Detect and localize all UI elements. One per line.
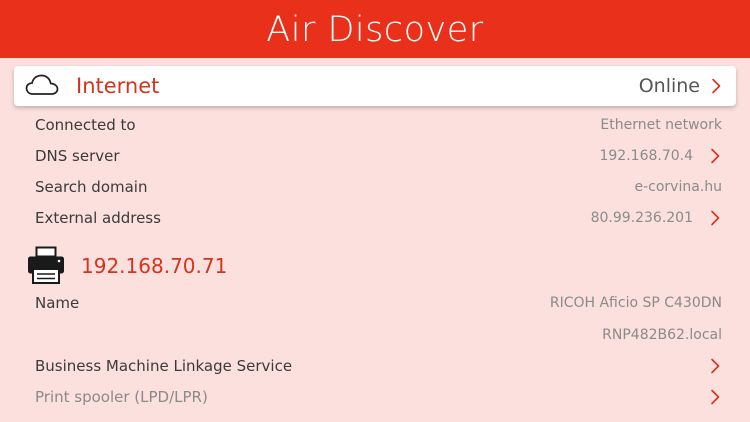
cloud-icon (25, 74, 59, 95)
chevron-right-icon (711, 358, 720, 374)
printer-hostname-value: RNP482B62.local (602, 327, 722, 343)
connected-to-value: Ethernet network (600, 117, 722, 133)
chevron-right-icon (711, 148, 720, 164)
printer-icon (28, 246, 64, 284)
row-service-business-machine[interactable]: Business Machine Linkage Service (0, 355, 750, 377)
external-address-value: 80.99.236.201 (590, 210, 693, 226)
printer-name-label: Name (35, 294, 80, 312)
row-search-domain: Search domain e-corvina.hu (0, 176, 750, 198)
printer-name-value: RICOH Aficio SP C430DN (549, 295, 722, 311)
service-print-spooler-label: Print spooler (LPD/LPR) (35, 388, 208, 406)
app-title: Air Discover (266, 9, 484, 50)
chevron-right-icon (711, 389, 720, 405)
internet-status-card[interactable]: Internet Online (14, 66, 736, 106)
internet-status-value: Online (638, 75, 700, 97)
dns-server-value: 192.168.70.4 (599, 148, 693, 164)
printer-ip-address: 192.168.70.71 (81, 254, 228, 278)
chevron-right-icon (712, 78, 721, 94)
search-domain-value: e-corvina.hu (634, 179, 722, 195)
row-printer-hostname: RNP482B62.local (0, 324, 750, 346)
row-dns-server[interactable]: DNS server 192.168.70.4 (0, 145, 750, 167)
search-domain-label: Search domain (35, 178, 148, 196)
row-service-print-spooler[interactable]: Print spooler (LPD/LPR) (0, 386, 750, 408)
external-address-label: External address (35, 209, 161, 227)
dns-server-label: DNS server (35, 147, 120, 165)
connected-to-label: Connected to (35, 116, 136, 134)
row-external-address[interactable]: External address 80.99.236.201 (0, 207, 750, 229)
chevron-right-icon (711, 210, 720, 226)
row-printer-name: Name RICOH Aficio SP C430DN (0, 292, 750, 314)
app-header: Air Discover (0, 0, 750, 58)
service-business-machine-label: Business Machine Linkage Service (35, 357, 293, 375)
internet-label: Internet (76, 74, 160, 98)
row-connected-to: Connected to Ethernet network (0, 114, 750, 136)
